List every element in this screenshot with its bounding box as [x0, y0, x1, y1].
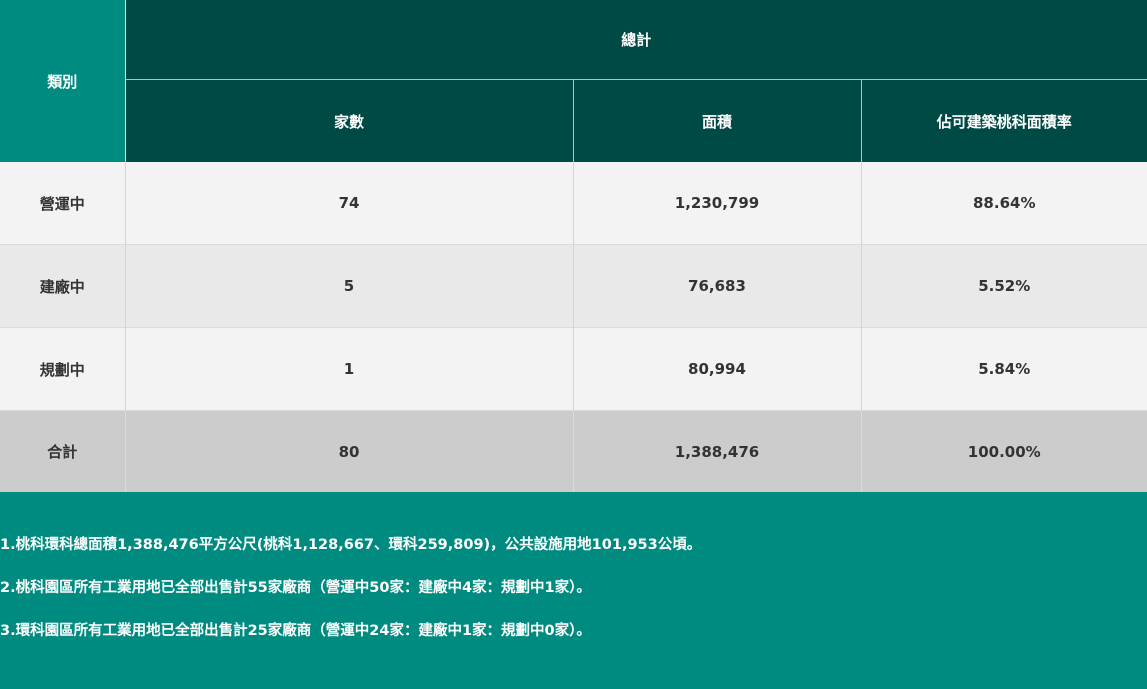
table-row: 營運中 74 1,230,799 88.64%	[0, 162, 1147, 245]
area-cell: 76,683	[573, 244, 862, 328]
count-cell: 5	[125, 244, 574, 328]
note-2: 2.桃科園區所有工業用地已全部出售計55家廠商（營運中50家：建廠中4家：規劃中…	[0, 580, 591, 596]
note-1: 1.桃科環科總面積1,388,476平方公尺(桃科1,128,667、環科259…	[0, 537, 702, 553]
notes-section: 1.桃科環科總面積1,388,476平方公尺(桃科1,128,667、環科259…	[0, 492, 1147, 641]
category-header: 類別	[0, 0, 126, 162]
row-label: 規劃中	[0, 327, 126, 411]
table-row: 規劃中 1 80,994 5.84%	[0, 327, 1147, 411]
statistics-table: 類別 總計 家數 面積 佔可建築桃科面積率 營運中 74 1,230,799 8…	[0, 0, 1147, 492]
row-label: 營運中	[0, 162, 126, 245]
total-count-cell: 80	[125, 410, 574, 492]
total-group-header: 總計	[125, 0, 1147, 80]
ratio-cell: 5.84%	[861, 327, 1147, 411]
column-header-ratio: 佔可建築桃科面積率	[861, 79, 1147, 162]
table-row: 建廠中 5 76,683 5.52%	[0, 244, 1147, 328]
area-cell: 80,994	[573, 327, 862, 411]
total-label: 合計	[0, 410, 126, 492]
total-area-cell: 1,388,476	[573, 410, 862, 492]
total-row: 合計 80 1,388,476 100.00%	[0, 410, 1147, 492]
area-cell: 1,230,799	[573, 162, 862, 245]
note-3: 3.環科園區所有工業用地已全部出售計25家廠商（營運中24家：建廠中1家：規劃中…	[0, 623, 591, 639]
count-cell: 1	[125, 327, 574, 411]
total-ratio-cell: 100.00%	[861, 410, 1147, 492]
ratio-cell: 5.52%	[861, 244, 1147, 328]
column-header-count: 家數	[125, 79, 574, 162]
column-header-area: 面積	[573, 79, 862, 162]
row-label: 建廠中	[0, 244, 126, 328]
ratio-cell: 88.64%	[861, 162, 1147, 245]
count-cell: 74	[125, 162, 574, 245]
